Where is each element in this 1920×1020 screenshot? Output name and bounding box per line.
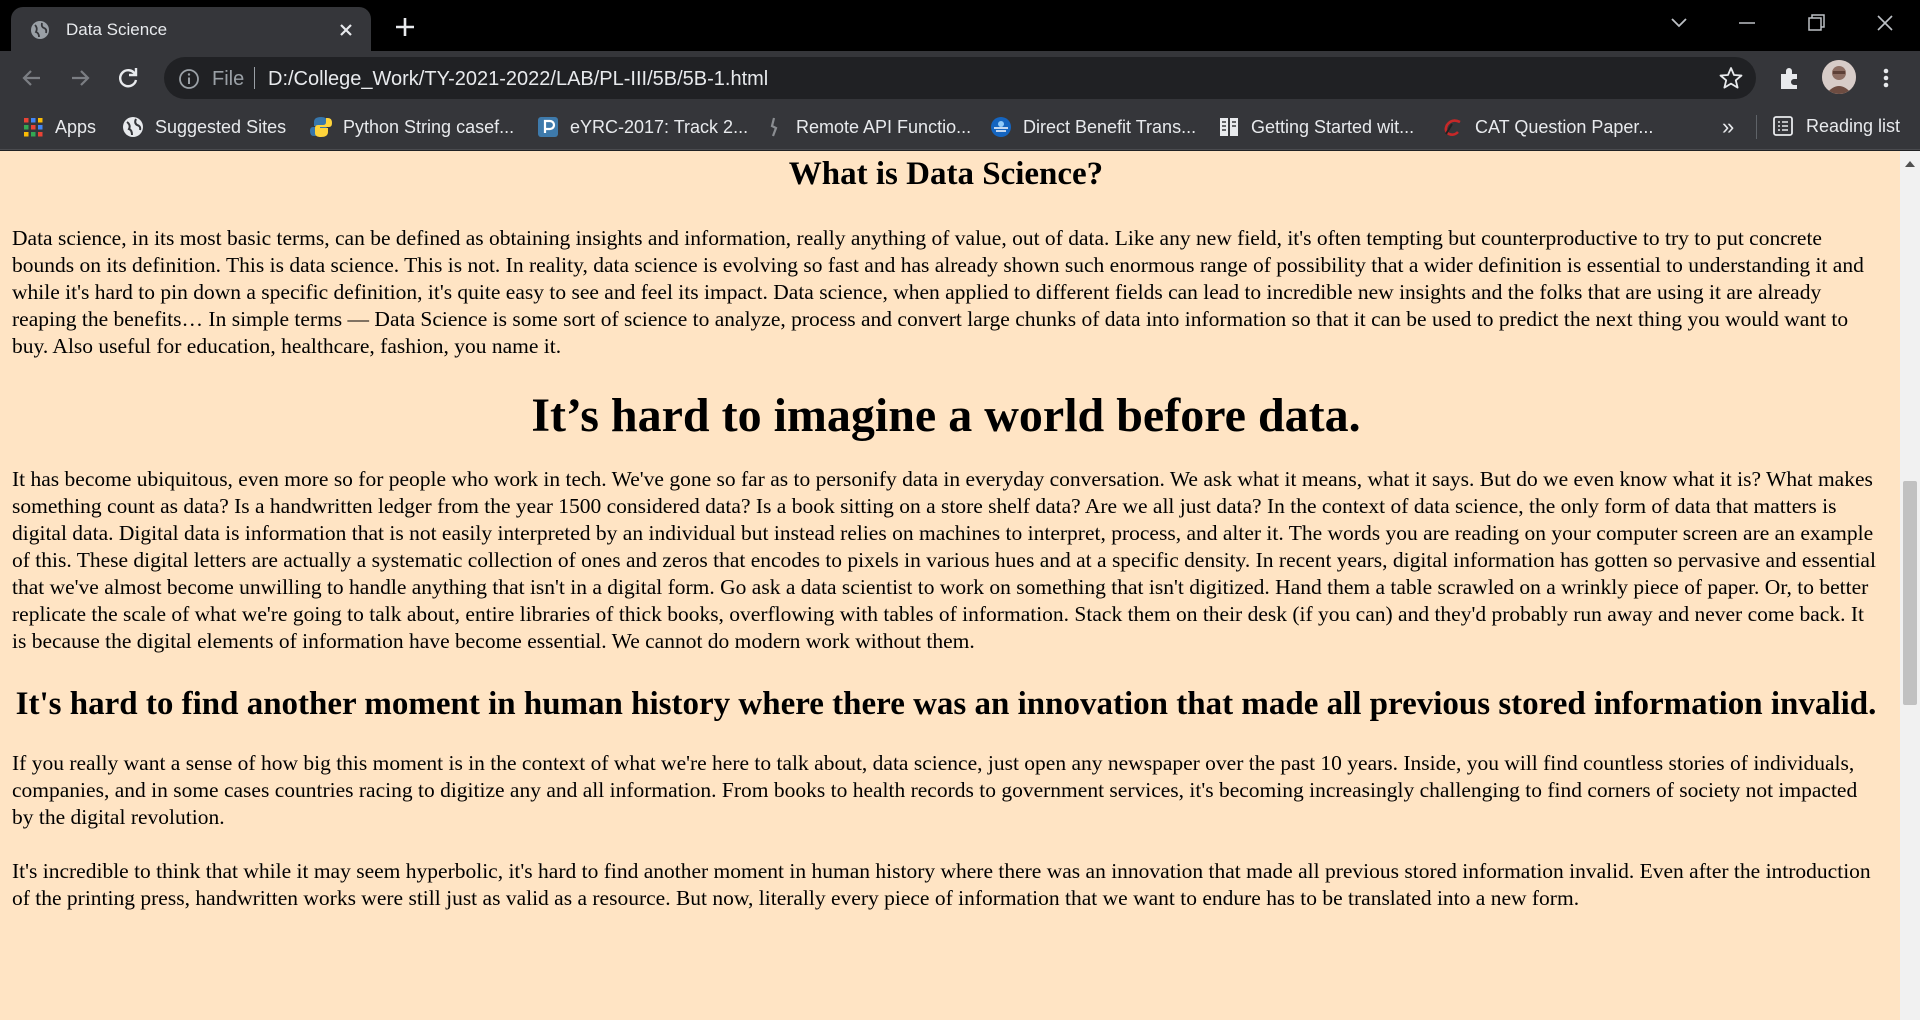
url-separator [254,67,255,89]
address-bar[interactable]: File D:/College_Work/TY-2021-2022/LAB/PL… [164,57,1756,99]
new-tab-icon[interactable] [390,12,420,42]
avatar-icon [1822,60,1856,94]
scroll-up-arrow-icon[interactable] [1900,157,1920,171]
heading-world-before-data: It’s hard to imagine a world before data… [531,389,1361,442]
bookmark-label: Python String casef... [343,116,515,137]
bookmark-suggested-sites[interactable]: Suggested Sites [122,115,286,139]
forward-icon[interactable] [64,62,96,94]
bookmark-label: Remote API Functio... [796,116,972,137]
close-window-icon[interactable] [1868,9,1902,37]
browser-toolbar: File D:/College_Work/TY-2021-2022/LAB/PL… [0,51,1920,104]
restore-icon[interactable] [1799,9,1833,37]
more-bookmarks-button[interactable]: » [1722,114,1734,140]
url-text[interactable]: D:/College_Work/TY-2021-2022/LAB/PL-III/… [268,68,768,91]
bookmark-star-icon[interactable] [1718,65,1744,91]
bookmark-label: Getting Started wit... [1251,116,1415,137]
globe-icon [123,117,143,137]
bookmark-eyrc[interactable]: eYRC-2017: Track 2... [537,115,748,139]
docs-icon [1220,118,1238,136]
profile-avatar[interactable] [1822,60,1856,94]
tab-search-icon[interactable] [1662,9,1696,37]
dbt-icon [991,117,1011,137]
apps-grid-icon [24,118,43,137]
reading-list-label: Reading list [1806,115,1901,136]
kebab-menu-icon[interactable] [1876,64,1896,92]
tab-data-science[interactable]: Data Science [11,7,371,51]
bookmark-python-string[interactable]: Python String casef... [310,115,514,139]
bookmark-cat-question[interactable]: CAT Question Paper... [1442,115,1653,139]
back-icon[interactable] [16,62,48,94]
vertical-scrollbar[interactable] [1900,151,1920,1020]
paragraph-big-moment: If you really want a sense of how big th… [12,751,1858,829]
bookmarks-bar: Apps Suggested Sites Python String casef… [0,104,1920,150]
bookmark-getting-started[interactable]: Getting Started wit... [1218,115,1414,139]
bookmark-remote-api[interactable]: Remote API Functio... [763,115,971,139]
info-icon[interactable] [178,68,200,90]
bookmark-label: CAT Question Paper... [1475,116,1654,137]
page-content: What is Data Science? Data science, in i… [12,151,1880,939]
globe-icon [31,21,49,39]
bookmark-label: Apps [55,116,97,137]
cat-icon [1444,119,1461,136]
coppelia-icon [770,117,778,137]
minimize-icon[interactable] [1730,9,1764,37]
extensions-icon[interactable] [1776,64,1804,92]
paragraph-ubiquitous: It has become ubiquitous, even more so f… [12,467,1876,653]
bookmark-label: Suggested Sites [155,116,287,137]
bookmark-label: eYRC-2017: Track 2... [570,116,749,137]
bookmark-apps[interactable]: Apps [22,115,96,139]
paragraph-definition: Data science, in its most basic terms, c… [12,226,1864,358]
reading-list-icon [1773,116,1793,136]
reload-icon[interactable] [112,62,144,94]
python-icon [310,117,332,137]
bookmarks-divider [1756,115,1757,139]
page-viewport: What is Data Science? Data science, in i… [0,151,1900,1020]
close-tab-icon[interactable] [333,17,359,43]
scrollbar-thumb[interactable] [1903,481,1917,705]
heading-what-is-data-science: What is Data Science? [788,156,1104,192]
bookmark-direct-benefit[interactable]: Direct Benefit Trans... [990,115,1196,139]
url-scheme: File [212,68,245,90]
heading-innovation-moment: It's hard to find another moment in huma… [15,686,1877,722]
tab-strip: Data Science [0,0,1920,51]
paragraph-hyperbolic: It's incredible to think that while it m… [12,859,1871,910]
piazza-icon [538,117,558,137]
reading-list-button[interactable]: Reading list [1772,115,1900,137]
bookmark-label: Direct Benefit Trans... [1023,116,1197,137]
tab-title: Data Science [66,20,168,39]
